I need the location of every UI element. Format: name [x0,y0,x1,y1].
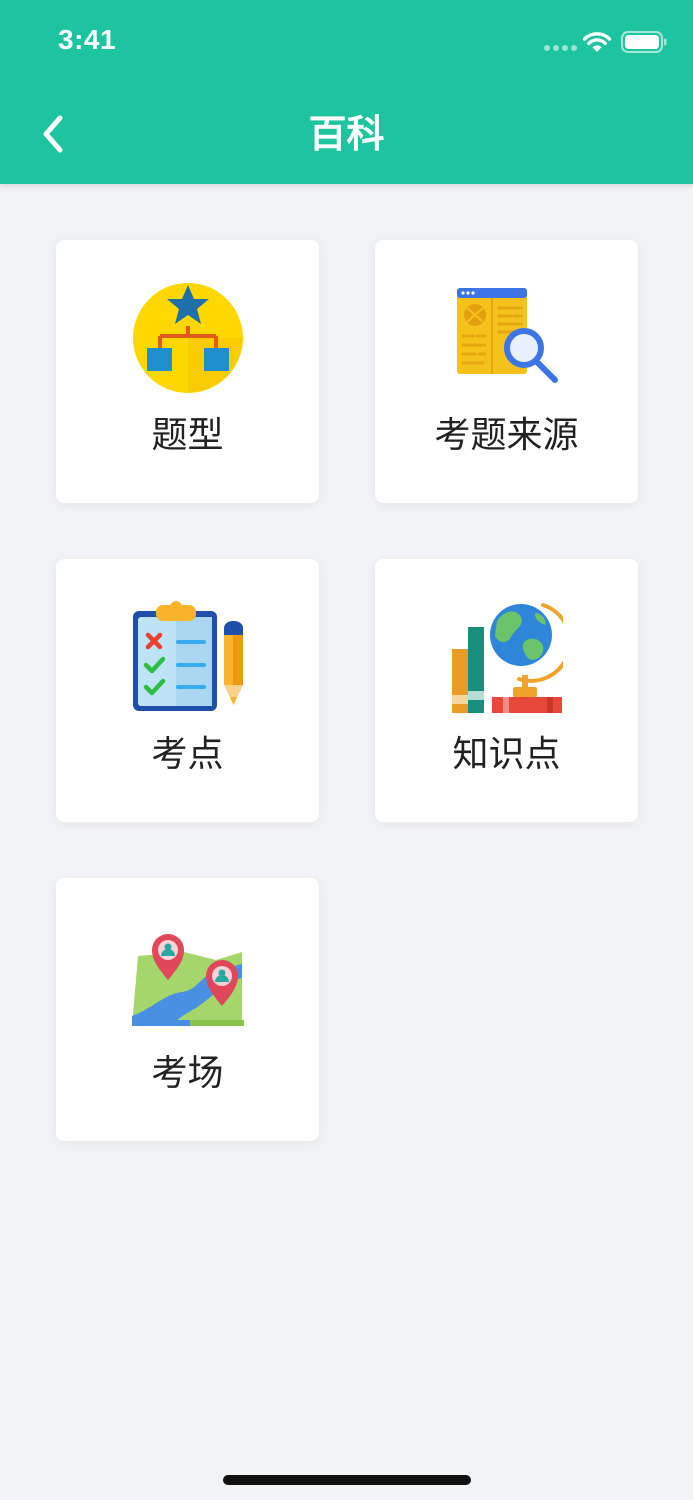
menu-card-label: 知识点 [452,734,561,775]
page-title: 百科 [308,112,385,156]
battery-icon [621,31,667,53]
map-pins-icon [131,934,244,1026]
document-search-icon [456,288,558,383]
menu-card-label: 考题来源 [434,415,579,456]
menu-card-exam-points[interactable]: 考点 [56,559,319,822]
signal-icon [544,45,577,51]
menu-card-knowledge-points[interactable]: 知识点 [375,559,638,822]
status-time: 3:41 [58,24,117,55]
checklist-clipboard-icon [132,601,243,711]
menu-card-label: 考点 [151,734,224,775]
app-header: 3:41 百科 [0,0,693,184]
books-globe-icon [451,603,563,713]
home-indicator[interactable] [223,1475,471,1485]
menu-card-question-types[interactable]: 题型 [56,240,319,503]
menu-card-exam-venues[interactable]: 考场 [56,878,319,1141]
wifi-icon [582,32,612,52]
menu-card-label: 题型 [151,415,224,456]
hierarchy-star-icon [132,283,243,393]
menu-card-question-sources[interactable]: 考题来源 [375,240,638,503]
menu-card-label: 考场 [151,1053,224,1094]
